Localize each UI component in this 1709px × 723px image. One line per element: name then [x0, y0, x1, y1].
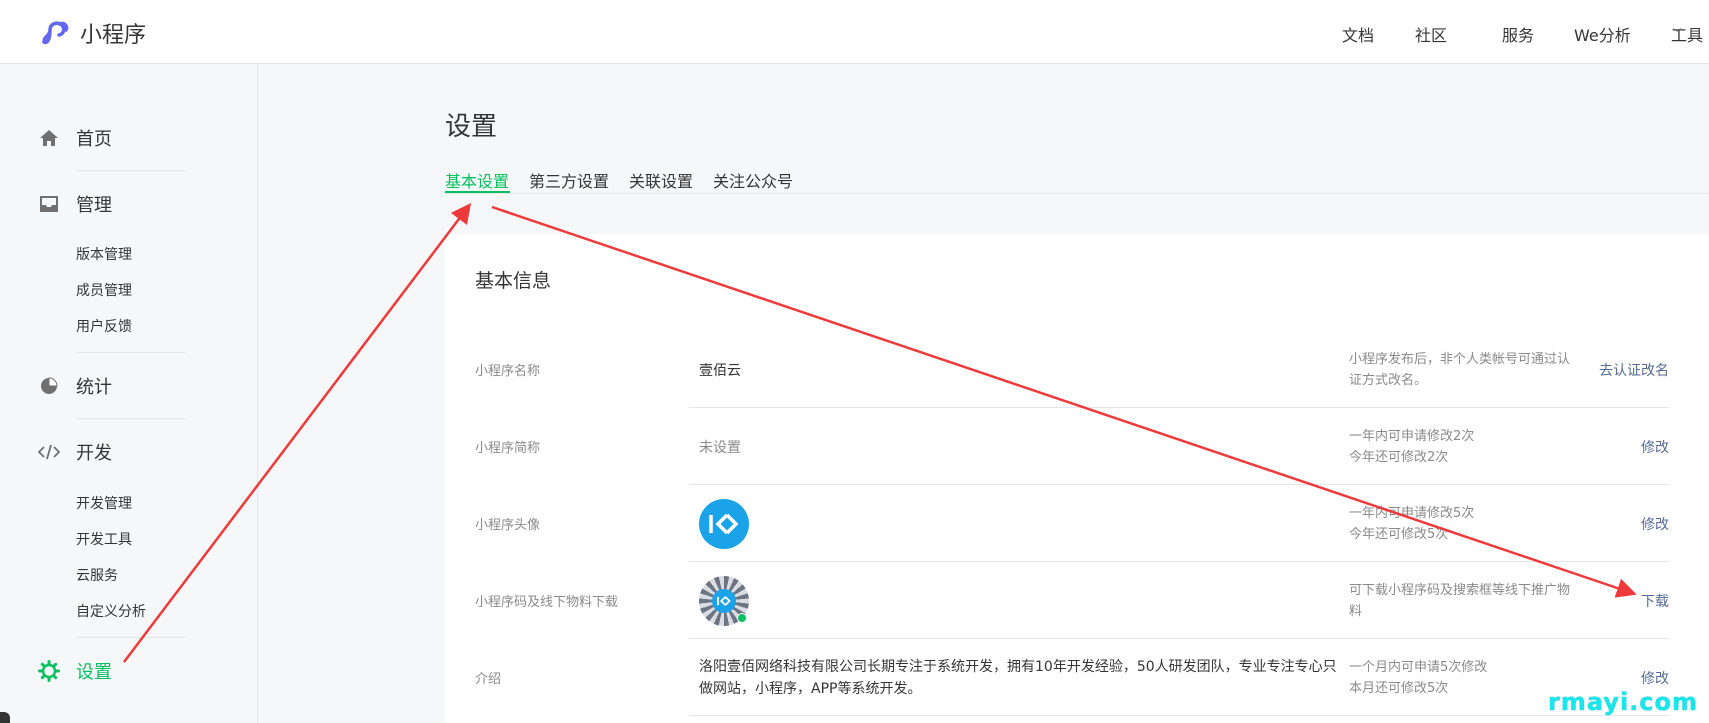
- sidebar-item-home[interactable]: 首页: [38, 125, 112, 151]
- sidebar-item-user-feedback[interactable]: 用户反馈: [76, 316, 132, 336]
- section-title: 基本信息: [475, 270, 552, 292]
- edit-avatar-link[interactable]: 修改: [1641, 485, 1669, 562]
- row-label: 小程序头像: [475, 518, 541, 533]
- pie-chart-icon: [38, 375, 60, 397]
- brand-logo-icon: [709, 513, 739, 534]
- watermark: rmayi.com: [1548, 688, 1699, 716]
- avatar: [699, 498, 749, 549]
- sidebar-item-manage[interactable]: 管理: [38, 191, 112, 217]
- row-value: 未设置: [699, 439, 741, 456]
- row-label: 小程序码及线下物料下载: [475, 595, 619, 610]
- row-divider: [689, 715, 1669, 716]
- row-note: 小程序发布后，非个人类帐号可通过认 证方式改名。: [1349, 351, 1571, 388]
- sidebar-item-member-manage[interactable]: 成员管理: [76, 280, 132, 300]
- corner-artifact: [0, 712, 10, 723]
- code-icon: [38, 441, 60, 463]
- sidebar: 首页 管理 版本管理 成员管理 用户反馈 统计 开发 开发管理 开发工具 云服务…: [0, 64, 258, 723]
- mini-program-code-icon: [699, 575, 749, 626]
- row-label: 小程序简称: [475, 441, 541, 456]
- info-row-name: 小程序名称 壹佰云 小程序发布后，非个人类帐号可通过认 证方式改名。 去认证改名: [475, 331, 1709, 408]
- row-value: 洛阳壹佰网络科技有限公司长期专注于系统开发，拥有10年开发经验，50人研发团队，…: [699, 658, 1337, 697]
- edit-short-name-link[interactable]: 修改: [1641, 408, 1669, 485]
- rename-via-verification-link[interactable]: 去认证改名: [1599, 331, 1669, 408]
- logo-text: 小程序: [80, 23, 147, 48]
- sidebar-item-cloud-service[interactable]: 云服务: [76, 565, 118, 585]
- download-link[interactable]: 下载: [1641, 562, 1669, 639]
- chevron-down-icon: ⌵: [1673, 22, 1682, 35]
- gear-icon: [38, 660, 60, 682]
- sidebar-item-version-manage[interactable]: 版本管理: [76, 244, 132, 264]
- row-value: [699, 485, 749, 562]
- mini-program-logo-icon: [42, 21, 69, 45]
- row-label: 小程序名称: [475, 364, 541, 379]
- info-row-short-name: 小程序简称 未设置 一年内可申请修改2次 今年还可修改2次 修改: [475, 408, 1709, 485]
- sidebar-item-dev-tools[interactable]: 开发工具: [76, 529, 132, 549]
- row-label: 介绍: [475, 672, 502, 687]
- sidebar-divider: [76, 352, 186, 353]
- row-note: 可下载小程序码及搜索框等线下推广物 料: [1349, 582, 1571, 619]
- tabs-divider: [445, 193, 1709, 194]
- inbox-icon: [38, 193, 60, 215]
- row-value: 壹佰云: [699, 362, 741, 379]
- sidebar-item-settings[interactable]: 设置: [38, 658, 112, 684]
- tab-basic-settings[interactable]: 基本设置: [445, 168, 509, 192]
- page-title: 设置: [445, 112, 498, 142]
- row-note: 一年内可申请修改5次 今年还可修改5次: [1349, 505, 1475, 542]
- sidebar-item-custom-analysis[interactable]: 自定义分析: [76, 601, 146, 621]
- tab-follow-official-account[interactable]: 关注公众号: [713, 168, 793, 192]
- chevron-down-icon: ⌵: [1417, 22, 1426, 35]
- info-row-qrcode: 小程序码及线下物料下载 可下载小程序码及搜索框等线下推广物 料 下载: [475, 562, 1709, 639]
- info-row-avatar: 小程序头像 一年内可申请修改5次 今年还可修改5次 修改: [475, 485, 1709, 562]
- info-row-intro: 介绍 洛阳壹佰网络科技有限公司长期专注于系统开发，拥有10年开发经验，50人研发…: [475, 639, 1709, 716]
- row-note: 一年内可申请修改2次 今年还可修改2次: [1349, 428, 1475, 465]
- sidebar-item-dev-manage[interactable]: 开发管理: [76, 493, 132, 513]
- sidebar-divider: [76, 170, 186, 171]
- tab-third-party-settings[interactable]: 第三方设置: [529, 168, 609, 192]
- row-value: [699, 562, 749, 639]
- home-icon: [38, 127, 60, 149]
- sidebar-item-develop[interactable]: 开发: [38, 439, 112, 465]
- logo[interactable]: 小程序: [38, 16, 146, 50]
- sidebar-divider: [76, 418, 186, 419]
- tab-association-settings[interactable]: 关联设置: [629, 168, 693, 192]
- top-header: 小程序 文档 社区 ⌵ 服务 We分析 工具 ⌵: [0, 0, 1709, 64]
- sidebar-divider: [76, 637, 186, 638]
- basic-info-panel: 基本信息 小程序名称 壹佰云 小程序发布后，非个人类帐号可通过认 证方式改名。 …: [445, 234, 1709, 723]
- sidebar-item-stats[interactable]: 统计: [38, 373, 112, 399]
